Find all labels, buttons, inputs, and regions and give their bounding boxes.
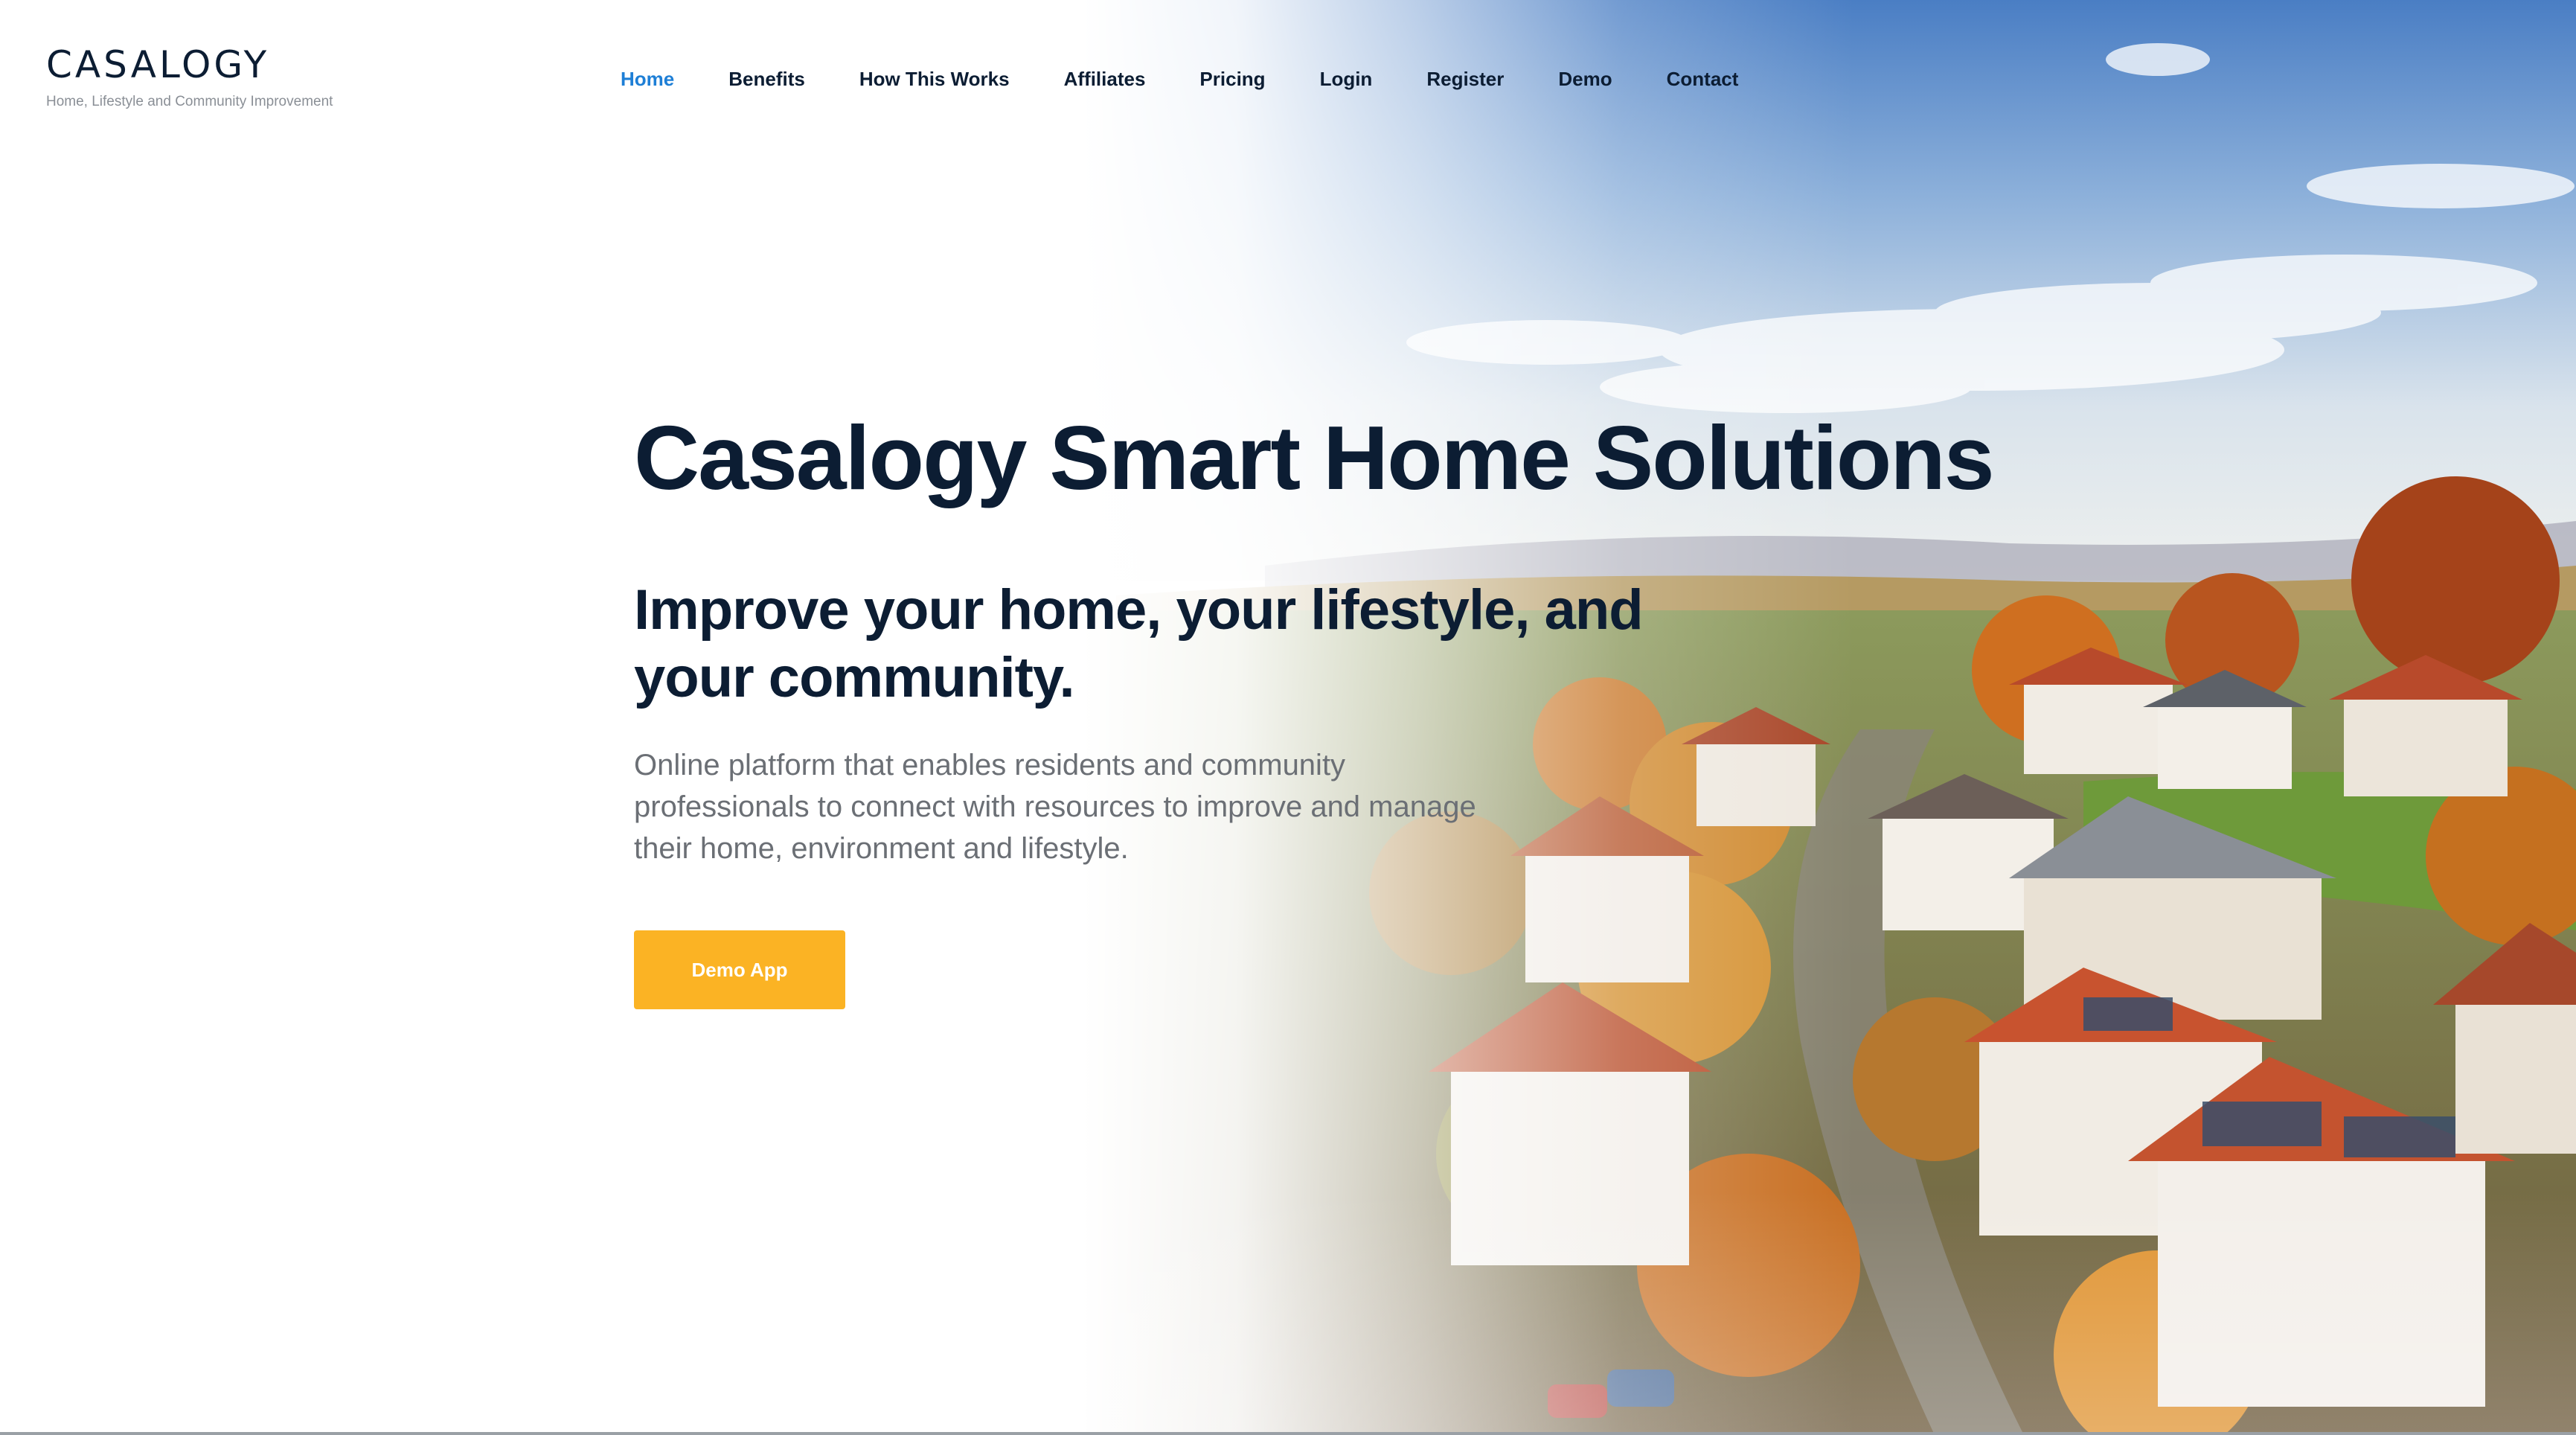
nav-item-how-this-works[interactable]: How This Works	[859, 68, 1010, 91]
logo-wordmark: CASALOGY	[46, 43, 270, 86]
site-logo[interactable]: CASALOGY Home, Lifestyle and Community I…	[46, 46, 333, 110]
nav-item-login[interactable]: Login	[1320, 68, 1373, 91]
main-navigation: Home Benefits How This Works Affiliates …	[621, 64, 1738, 94]
hero-subtitle: Improve your home, your lifestyle, and y…	[634, 578, 1644, 710]
demo-app-button[interactable]: Demo App	[634, 930, 845, 1009]
nav-item-pricing[interactable]: Pricing	[1199, 68, 1265, 91]
nav-item-contact[interactable]: Contact	[1667, 68, 1739, 91]
hero-title: Casalogy Smart Home Solutions	[634, 407, 1995, 508]
nav-item-benefits[interactable]: Benefits	[728, 68, 805, 91]
nav-item-register[interactable]: Register	[1426, 68, 1504, 91]
hero-description: Online platform that enables residents a…	[634, 749, 1476, 865]
hero-background-image	[0, 0, 2576, 1435]
nav-item-home[interactable]: Home	[621, 68, 674, 91]
page-bottom-border	[0, 1432, 2576, 1435]
nav-item-demo[interactable]: Demo	[1558, 68, 1612, 91]
nav-item-affiliates[interactable]: Affiliates	[1064, 68, 1146, 91]
logo-tagline: Home, Lifestyle and Community Improvemen…	[46, 94, 333, 109]
